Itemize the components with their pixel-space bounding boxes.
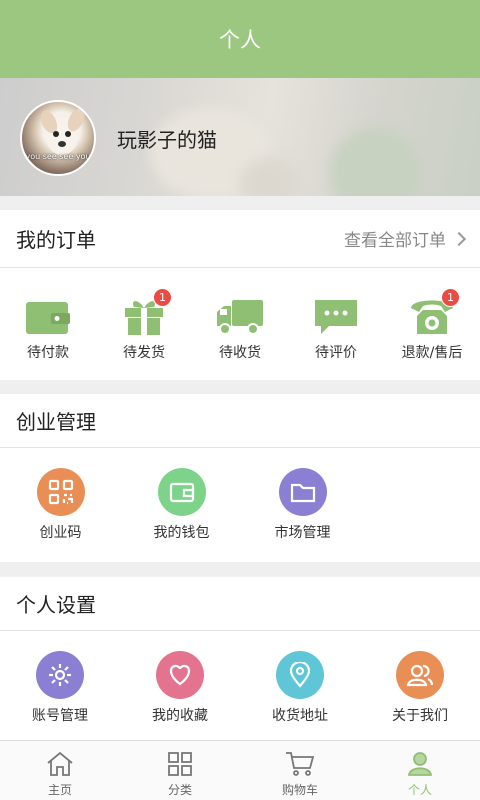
settings-item-label: 我的收藏 xyxy=(152,708,208,724)
settings-item-label: 收货地址 xyxy=(272,708,328,724)
tab-label: 个人 xyxy=(407,783,432,797)
folder-icon xyxy=(278,468,327,516)
wallet-icon xyxy=(24,296,72,336)
tab-cart[interactable]: 购物车 xyxy=(240,741,360,800)
tab-label: 购物车 xyxy=(281,783,318,797)
heart-icon xyxy=(156,651,204,699)
orders-section: 我的订单 查看全部订单 待付款 1 待发货 待收货 待评价 1 退款/售后 xyxy=(0,210,480,380)
gear-icon xyxy=(36,651,84,699)
order-item-label: 待发货 xyxy=(123,345,165,361)
grid-icon xyxy=(168,752,192,776)
settings-item-label: 关于我们 xyxy=(392,708,448,724)
bottom-tab-bar: 主页 分类 购物车 个人 xyxy=(0,740,480,800)
tab-label: 主页 xyxy=(47,783,72,797)
top-bar: 个人 xyxy=(0,0,480,78)
location-icon xyxy=(276,651,324,699)
truck-icon xyxy=(216,296,264,336)
tab-label: 分类 xyxy=(167,783,192,797)
username: 玩影子的猫 xyxy=(117,128,217,152)
business-item-label: 我的钱包 xyxy=(153,525,210,541)
home-icon xyxy=(47,751,73,776)
page-title: 个人 xyxy=(219,28,261,52)
settings-item-label: 账号管理 xyxy=(32,708,88,724)
phone-icon: 1 xyxy=(408,288,460,336)
my-wallet-button[interactable]: 我的钱包 xyxy=(121,468,242,542)
profile-banner[interactable]: you see see you 玩影子的猫 xyxy=(0,78,480,196)
order-item-label: 待付款 xyxy=(27,345,69,361)
order-pending-payment[interactable]: 待付款 xyxy=(0,296,96,362)
notification-badge: 1 xyxy=(153,288,172,307)
account-management-button[interactable]: 账号管理 xyxy=(0,651,120,725)
person-icon xyxy=(407,752,433,776)
avatar-caption: you see see you xyxy=(25,152,91,161)
wallet-icon xyxy=(157,468,206,516)
dog-avatar-image xyxy=(40,108,85,155)
orders-title: 我的订单 xyxy=(16,228,96,252)
avatar[interactable]: you see see you xyxy=(20,100,96,176)
order-pending-review[interactable]: 待评价 xyxy=(288,296,384,362)
about-us-button[interactable]: 关于我们 xyxy=(360,651,480,725)
notification-badge: 1 xyxy=(441,288,460,307)
orders-header: 我的订单 查看全部订单 xyxy=(0,210,480,268)
chevron-right-icon xyxy=(451,231,467,246)
gift-icon: 1 xyxy=(120,288,172,336)
order-item-label: 待评价 xyxy=(315,345,357,361)
order-pending-receipt[interactable]: 待收货 xyxy=(192,296,288,362)
cart-icon xyxy=(286,752,315,776)
comment-icon xyxy=(312,296,360,336)
settings-title: 个人设置 xyxy=(16,593,96,617)
order-pending-shipment[interactable]: 1 待发货 xyxy=(96,288,192,362)
users-icon xyxy=(396,651,444,699)
settings-section: 个人设置 账号管理 我的收藏 收货地址 关于我们 xyxy=(0,577,480,740)
market-management-button[interactable]: 市场管理 xyxy=(242,468,363,542)
business-header: 创业管理 xyxy=(0,394,480,448)
shipping-address-button[interactable]: 收货地址 xyxy=(240,651,360,725)
business-section: 创业管理 创业码 我的钱包 市场管理 xyxy=(0,394,480,562)
business-title: 创业管理 xyxy=(16,410,96,434)
business-item-label: 创业码 xyxy=(39,525,82,541)
order-refund-aftersale[interactable]: 1 退款/售后 xyxy=(384,288,480,362)
view-all-orders-link[interactable]: 查看全部订单 xyxy=(344,226,467,251)
qrcode-icon xyxy=(36,468,85,516)
banner-decoration xyxy=(330,128,420,196)
order-item-label: 退款/售后 xyxy=(401,345,463,361)
tab-home[interactable]: 主页 xyxy=(0,741,120,800)
my-favorites-button[interactable]: 我的收藏 xyxy=(120,651,240,725)
banner-decoration xyxy=(240,158,300,196)
settings-header: 个人设置 xyxy=(0,577,480,631)
business-code-button[interactable]: 创业码 xyxy=(0,468,121,542)
business-item-label: 市场管理 xyxy=(274,525,331,541)
view-all-orders-label: 查看全部订单 xyxy=(344,231,446,251)
tab-profile[interactable]: 个人 xyxy=(360,741,480,800)
tab-category[interactable]: 分类 xyxy=(120,741,240,800)
order-item-label: 待收货 xyxy=(219,345,261,361)
